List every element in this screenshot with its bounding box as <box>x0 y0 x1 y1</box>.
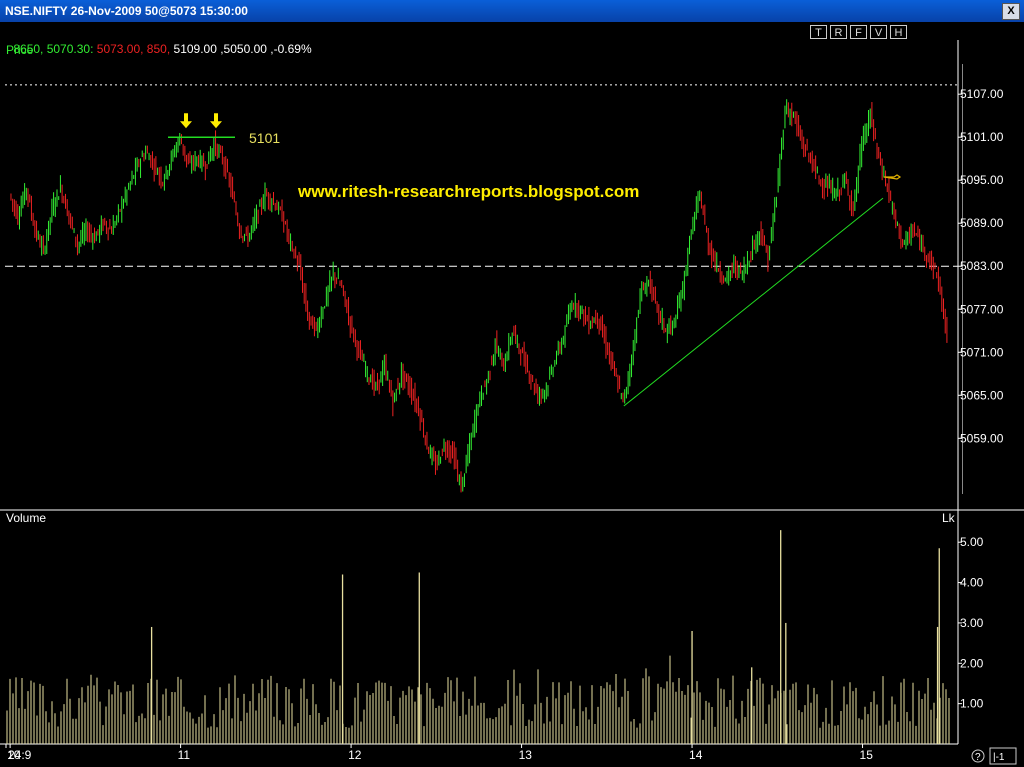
close-button[interactable]: X <box>1002 3 1020 20</box>
volume-panel-label: Volume <box>6 511 46 525</box>
price-tick-label: 5059.00 <box>960 431 1004 445</box>
hand-pointer-icon <box>883 174 902 180</box>
volume-tick-label: 5.00 <box>960 535 984 549</box>
x-tick-label: 13 <box>519 748 533 762</box>
volume-tick-label: 4.00 <box>960 576 984 590</box>
window-title: NSE.NIFTY 26-Nov-2009 50@5073 15:30:00 <box>5 4 248 18</box>
price-tick-label: 5101.00 <box>960 130 1004 144</box>
y-scale-border <box>962 64 963 494</box>
price-tick-label: 5071.00 <box>960 345 1004 359</box>
x-tick-label: 14 <box>689 748 703 762</box>
help-label: ? <box>975 752 981 763</box>
volume-tick-label: 3.00 <box>960 616 984 630</box>
volume-tick-label: 1.00 <box>960 697 984 711</box>
down-arrow-icon <box>180 113 192 129</box>
x-tick-label: 15 <box>860 748 874 762</box>
price-tick-label: 5107.00 <box>960 87 1004 101</box>
price-tick-label: 5065.00 <box>960 388 1004 402</box>
tool-button-r[interactable]: R <box>830 25 847 39</box>
price-tick-label: 5077.00 <box>960 302 1004 316</box>
x-tick-label: 11 <box>178 748 191 762</box>
scroll-label: |-1 <box>993 752 1005 763</box>
trendline <box>623 197 884 407</box>
x-tick-label: 10 <box>7 748 21 762</box>
chart-window: NSE.NIFTY 26-Nov-2009 50@5073 15:30:00 X… <box>0 0 1024 767</box>
toolbar: TRFVH <box>810 23 910 39</box>
price-panel-label: Price <box>6 43 34 57</box>
tool-button-v[interactable]: V <box>870 25 887 39</box>
price-tick-label: 5083.00 <box>960 259 1004 273</box>
down-arrow-icon <box>210 113 222 129</box>
annotation-5101: 5101 <box>249 130 280 146</box>
tool-button-t[interactable]: T <box>810 25 827 39</box>
price-tick-label: 5095.00 <box>960 173 1004 187</box>
volume-tick-label: 2.00 <box>960 656 984 670</box>
tool-button-f[interactable]: F <box>850 25 867 39</box>
price-tick-label: 5089.00 <box>960 216 1004 230</box>
x-tick-label: 12 <box>348 748 362 762</box>
quote-info-bar: 8650, 5070.30: 5073.00, 850, 5109.00 ,50… <box>0 22 311 56</box>
volume-unit-label: Lk <box>942 511 956 525</box>
price-volume-chart[interactable]: Price Volume Lk 5059.00 5065.00 5071.00 5077.0… <box>0 40 1024 767</box>
title-bar[interactable]: NSE.NIFTY 26-Nov-2009 50@5073 15:30:00 X <box>0 0 1024 22</box>
watermark-url: www.ritesh-researchreports.blogspot.com <box>297 182 639 201</box>
tool-button-h[interactable]: H <box>890 25 907 39</box>
